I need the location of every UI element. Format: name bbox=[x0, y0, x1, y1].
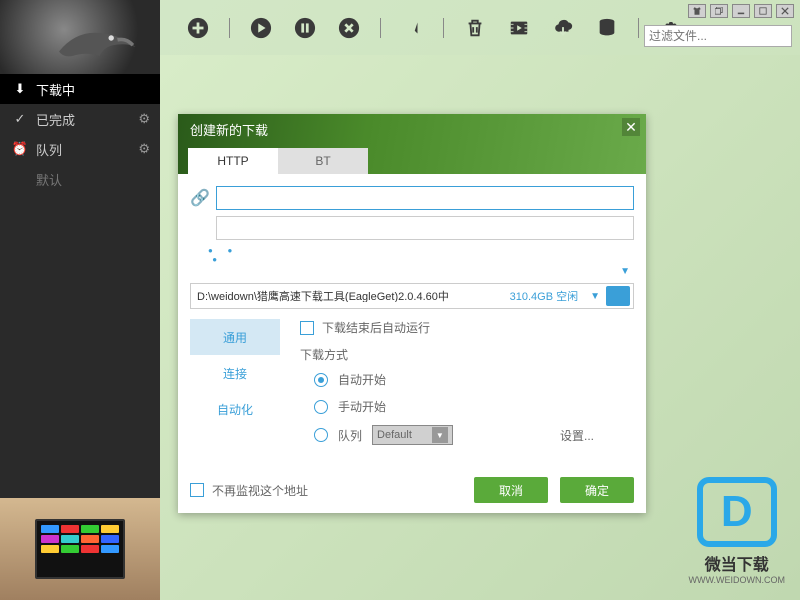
close-icon[interactable]: ✕ bbox=[622, 118, 640, 136]
separator bbox=[443, 18, 444, 38]
radio-manual-start[interactable] bbox=[314, 400, 328, 414]
monitor-checkbox[interactable] bbox=[190, 483, 204, 497]
sidebar-item-label: 队列 bbox=[36, 140, 62, 159]
auto-run-checkbox[interactable] bbox=[300, 321, 314, 335]
logo-area bbox=[0, 0, 160, 74]
add-button[interactable] bbox=[185, 15, 211, 41]
filter-input-container[interactable]: 🔍 bbox=[644, 25, 792, 47]
sidebar-item-label: 已完成 bbox=[36, 110, 75, 129]
check-icon: ✓ bbox=[12, 111, 28, 127]
sidebar-item-default[interactable]: 默认 bbox=[0, 164, 160, 194]
tab-bt[interactable]: BT bbox=[278, 148, 368, 174]
radio-label: 手动开始 bbox=[338, 398, 386, 415]
cancel-button[interactable]: 取消 bbox=[474, 477, 548, 503]
sidebar-item-downloading[interactable]: ⬇ 下载中 bbox=[0, 74, 160, 104]
queue-select[interactable]: Default ▼ bbox=[372, 425, 453, 445]
radio-auto-start[interactable] bbox=[314, 373, 328, 387]
free-space-label: 310.4GB 空闲 bbox=[504, 288, 584, 304]
dots-icon: ● ● ● bbox=[208, 246, 634, 264]
settings-link[interactable]: 设置... bbox=[560, 427, 594, 444]
database-button[interactable] bbox=[594, 15, 620, 41]
auto-run-label: 下载结束后自动运行 bbox=[322, 319, 430, 336]
sidebar-item-completed[interactable]: ✓ 已完成 ⚙ bbox=[0, 104, 160, 134]
play-button[interactable] bbox=[248, 15, 274, 41]
chevron-down-icon[interactable]: ▼ bbox=[620, 266, 630, 277]
chevron-down-icon: ▼ bbox=[432, 427, 448, 443]
radio-label: 自动开始 bbox=[338, 371, 386, 388]
promo-screen-icon bbox=[35, 519, 125, 579]
radio-label: 队列 bbox=[338, 427, 362, 444]
separator bbox=[638, 18, 639, 38]
filter-input[interactable] bbox=[649, 29, 800, 43]
gear-icon[interactable]: ⚙ bbox=[138, 141, 150, 157]
watermark-url: WWW.WEIDOWN.COM bbox=[689, 575, 785, 585]
name-input[interactable] bbox=[216, 216, 634, 240]
url-input[interactable] bbox=[216, 186, 634, 210]
promo-banner[interactable] bbox=[0, 498, 160, 600]
separator bbox=[380, 18, 381, 38]
eagle-logo-icon bbox=[50, 20, 140, 65]
path-row: 310.4GB 空闲 ▼ bbox=[190, 283, 634, 309]
stop-button[interactable] bbox=[336, 15, 362, 41]
dialog-title: 创建新的下载 bbox=[178, 114, 280, 145]
delete-button[interactable] bbox=[462, 15, 488, 41]
new-download-dialog: 创建新的下载 ✕ HTTP BT 🔗 ● ● ● ▼ 310.4GB 空闲 ▼ … bbox=[178, 114, 646, 513]
side-tab-general[interactable]: 通用 bbox=[190, 319, 280, 355]
side-tab-automation[interactable]: 自动化 bbox=[190, 391, 280, 427]
watermark-logo-icon: D bbox=[697, 477, 777, 547]
queue-select-value: Default bbox=[377, 429, 412, 441]
side-tab-connection[interactable]: 连接 bbox=[190, 355, 280, 391]
ok-button[interactable]: 确定 bbox=[560, 477, 634, 503]
watermark-text: 微当下载 bbox=[689, 551, 785, 575]
sidebar: ⬇ 下载中 ✓ 已完成 ⚙ ⏰ 队列 ⚙ 默认 bbox=[0, 0, 160, 498]
video-button[interactable] bbox=[506, 15, 532, 41]
monitor-label: 不再监视这个地址 bbox=[212, 482, 308, 499]
sidebar-item-label: 下载中 bbox=[36, 80, 75, 99]
clock-icon: ⏰ bbox=[12, 141, 28, 157]
separator bbox=[229, 18, 230, 38]
folder-icon[interactable] bbox=[606, 286, 630, 306]
sort-button[interactable] bbox=[399, 15, 425, 41]
chevron-down-icon[interactable]: ▼ bbox=[584, 291, 606, 302]
dialog-header: 创建新的下载 ✕ HTTP BT bbox=[178, 114, 646, 174]
path-input[interactable] bbox=[191, 290, 504, 302]
cloud-button[interactable] bbox=[550, 15, 576, 41]
gear-icon[interactable]: ⚙ bbox=[138, 111, 150, 127]
radio-queue[interactable] bbox=[314, 428, 328, 442]
link-icon: 🔗 bbox=[190, 188, 210, 208]
sidebar-item-label: 默认 bbox=[36, 170, 62, 189]
pause-button[interactable] bbox=[292, 15, 318, 41]
watermark: D 微当下载 WWW.WEIDOWN.COM bbox=[689, 477, 785, 585]
tab-http[interactable]: HTTP bbox=[188, 148, 278, 174]
download-icon: ⬇ bbox=[12, 81, 28, 97]
download-method-label: 下载方式 bbox=[300, 346, 634, 363]
sidebar-item-queue[interactable]: ⏰ 队列 ⚙ bbox=[0, 134, 160, 164]
